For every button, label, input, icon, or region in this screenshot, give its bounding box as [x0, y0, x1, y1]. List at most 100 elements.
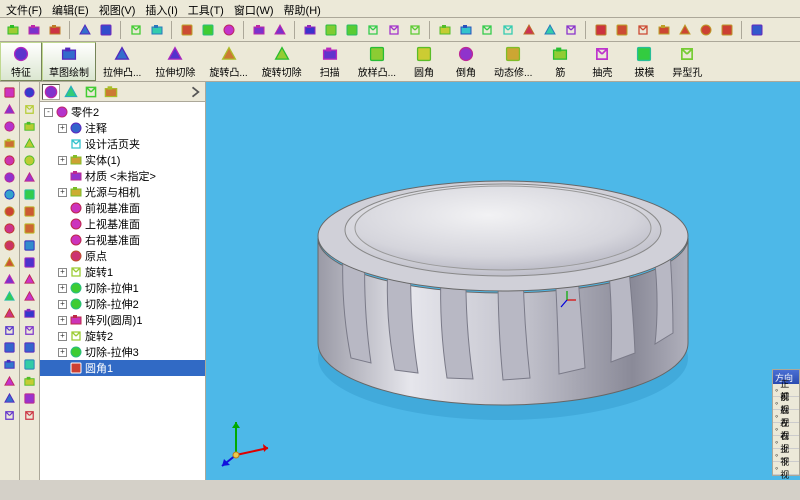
tree-node[interactable]: 前视基准面	[40, 200, 205, 216]
new-icon[interactable]	[4, 21, 22, 39]
menu-file[interactable]: 文件(F)	[6, 2, 42, 15]
v6-icon[interactable]	[697, 21, 715, 39]
redo-icon[interactable]	[148, 21, 166, 39]
revolve-cut-button[interactable]: 旋转切除	[255, 42, 309, 81]
expand-icon[interactable]: +	[58, 316, 67, 325]
tree-node[interactable]: 设计活页夹	[40, 136, 205, 152]
fillet-button[interactable]: 圆角	[403, 42, 445, 81]
menu-view[interactable]: 视图(V)	[99, 2, 136, 15]
orientation-item[interactable]: ◦下视	[773, 462, 799, 475]
undo-icon[interactable]	[127, 21, 145, 39]
v5-icon[interactable]	[676, 21, 694, 39]
off-icon[interactable]	[22, 373, 38, 389]
chamfer-button[interactable]: 倒角	[445, 42, 487, 81]
rev-icon[interactable]	[2, 118, 18, 134]
prop-tab-icon[interactable]	[62, 84, 80, 100]
zoom-area-icon[interactable]	[457, 21, 475, 39]
mir-icon[interactable]	[22, 390, 38, 406]
sweep-button[interactable]: 扫描	[309, 42, 351, 81]
more-icon[interactable]	[748, 21, 766, 39]
zoom-prev-icon[interactable]	[478, 21, 496, 39]
expand-icon[interactable]: +	[58, 300, 67, 309]
pattern-icon[interactable]	[2, 322, 18, 338]
zoom-in-icon[interactable]	[541, 21, 559, 39]
menu-edit[interactable]: 编辑(E)	[52, 2, 89, 15]
v2-icon[interactable]	[613, 21, 631, 39]
sk2-icon[interactable]	[22, 118, 38, 134]
hidden-icon[interactable]	[385, 21, 403, 39]
wrap-icon[interactable]	[2, 288, 18, 304]
loft-button[interactable]: 放样凸...	[351, 42, 403, 81]
text-icon[interactable]	[22, 288, 38, 304]
mirror-icon[interactable]	[2, 305, 18, 321]
tree-node[interactable]: 原点	[40, 248, 205, 264]
dim-icon[interactable]	[22, 305, 38, 321]
extrude-boss-button[interactable]: 拉伸凸...	[96, 42, 148, 81]
chamfer2-icon[interactable]	[2, 220, 18, 236]
shell-button[interactable]: 抽壳	[581, 42, 623, 81]
ext-icon[interactable]	[22, 356, 38, 372]
expand-icon[interactable]: +	[58, 156, 67, 165]
poly-icon[interactable]	[22, 254, 38, 270]
zoom-fit-icon[interactable]	[436, 21, 454, 39]
tree-node[interactable]: + 旋转1	[40, 264, 205, 280]
expand-icon[interactable]: +	[58, 284, 67, 293]
menu-window[interactable]: 窗口(W)	[234, 2, 274, 15]
point-icon[interactable]	[22, 271, 38, 287]
spline-icon[interactable]	[22, 237, 38, 253]
lib-icon[interactable]	[2, 373, 18, 389]
expand-icon[interactable]: +	[58, 124, 67, 133]
options-icon[interactable]	[220, 21, 238, 39]
cut1-icon[interactable]	[2, 152, 18, 168]
cube-icon[interactable]	[2, 84, 18, 100]
hole-button[interactable]: 异型孔	[665, 42, 709, 81]
conv-icon[interactable]	[22, 407, 38, 423]
fillet2-icon[interactable]	[2, 203, 18, 219]
revolve-boss-button[interactable]: 旋转凸...	[202, 42, 254, 81]
expand-icon[interactable]: +	[58, 188, 67, 197]
conf-tab-icon[interactable]	[82, 84, 100, 100]
orientation-panel[interactable]: 方向 ◦正视◦前视◦后视◦左视◦右视◦上视◦下视	[772, 369, 800, 476]
cyl-icon[interactable]	[2, 101, 18, 117]
preview-icon[interactable]	[97, 21, 115, 39]
tree-node[interactable]: + 光源与相机	[40, 184, 205, 200]
shell2-icon[interactable]	[2, 254, 18, 270]
menu-tools[interactable]: 工具(T)	[188, 2, 224, 15]
fm2-icon[interactable]	[271, 21, 289, 39]
select-icon[interactable]	[178, 21, 196, 39]
rotate-icon[interactable]	[520, 21, 538, 39]
wire-icon[interactable]	[364, 21, 382, 39]
tree-node[interactable]: + 切除-拉伸3	[40, 344, 205, 360]
line-icon[interactable]	[22, 169, 38, 185]
zoom-out-icon[interactable]	[562, 21, 580, 39]
print-icon[interactable]	[76, 21, 94, 39]
feature-tree[interactable]: - 零件2 + 注释 设计活页夹 + 实体(1) 材质 <未指定> + 光源与相…	[40, 102, 205, 480]
expand-icon[interactable]: +	[58, 268, 67, 277]
sk4-icon[interactable]	[22, 152, 38, 168]
box-icon[interactable]	[301, 21, 319, 39]
dome-icon[interactable]	[2, 271, 18, 287]
trim-icon[interactable]	[22, 339, 38, 355]
open-icon[interactable]	[25, 21, 43, 39]
tree-node[interactable]: + 实体(1)	[40, 152, 205, 168]
menu-insert[interactable]: 插入(I)	[145, 2, 177, 15]
tree-node[interactable]: + 切除-拉伸2	[40, 296, 205, 312]
rebuild-icon[interactable]	[199, 21, 217, 39]
shade3-icon[interactable]	[406, 21, 424, 39]
v1-icon[interactable]	[592, 21, 610, 39]
3d-viewport[interactable]: 方向 ◦正视◦前视◦后视◦左视◦右视◦上视◦下视	[206, 82, 800, 480]
triad-icon[interactable]	[218, 410, 278, 470]
expand-icon[interactable]: +	[58, 332, 67, 341]
extr2-icon[interactable]	[2, 356, 18, 372]
shade2-icon[interactable]	[343, 21, 361, 39]
feature-button[interactable]: 特征	[0, 42, 42, 81]
tree-node[interactable]: + 旋转2	[40, 328, 205, 344]
sk1-icon[interactable]	[22, 101, 38, 117]
fm1-icon[interactable]	[250, 21, 268, 39]
expand-icon[interactable]: -	[44, 108, 53, 117]
extrude-cut-button[interactable]: 拉伸切除	[148, 42, 202, 81]
rib-button[interactable]: 筋	[539, 42, 581, 81]
sketch-button[interactable]: 草图绘制	[42, 42, 96, 81]
v4-icon[interactable]	[655, 21, 673, 39]
circ-icon[interactable]	[22, 203, 38, 219]
